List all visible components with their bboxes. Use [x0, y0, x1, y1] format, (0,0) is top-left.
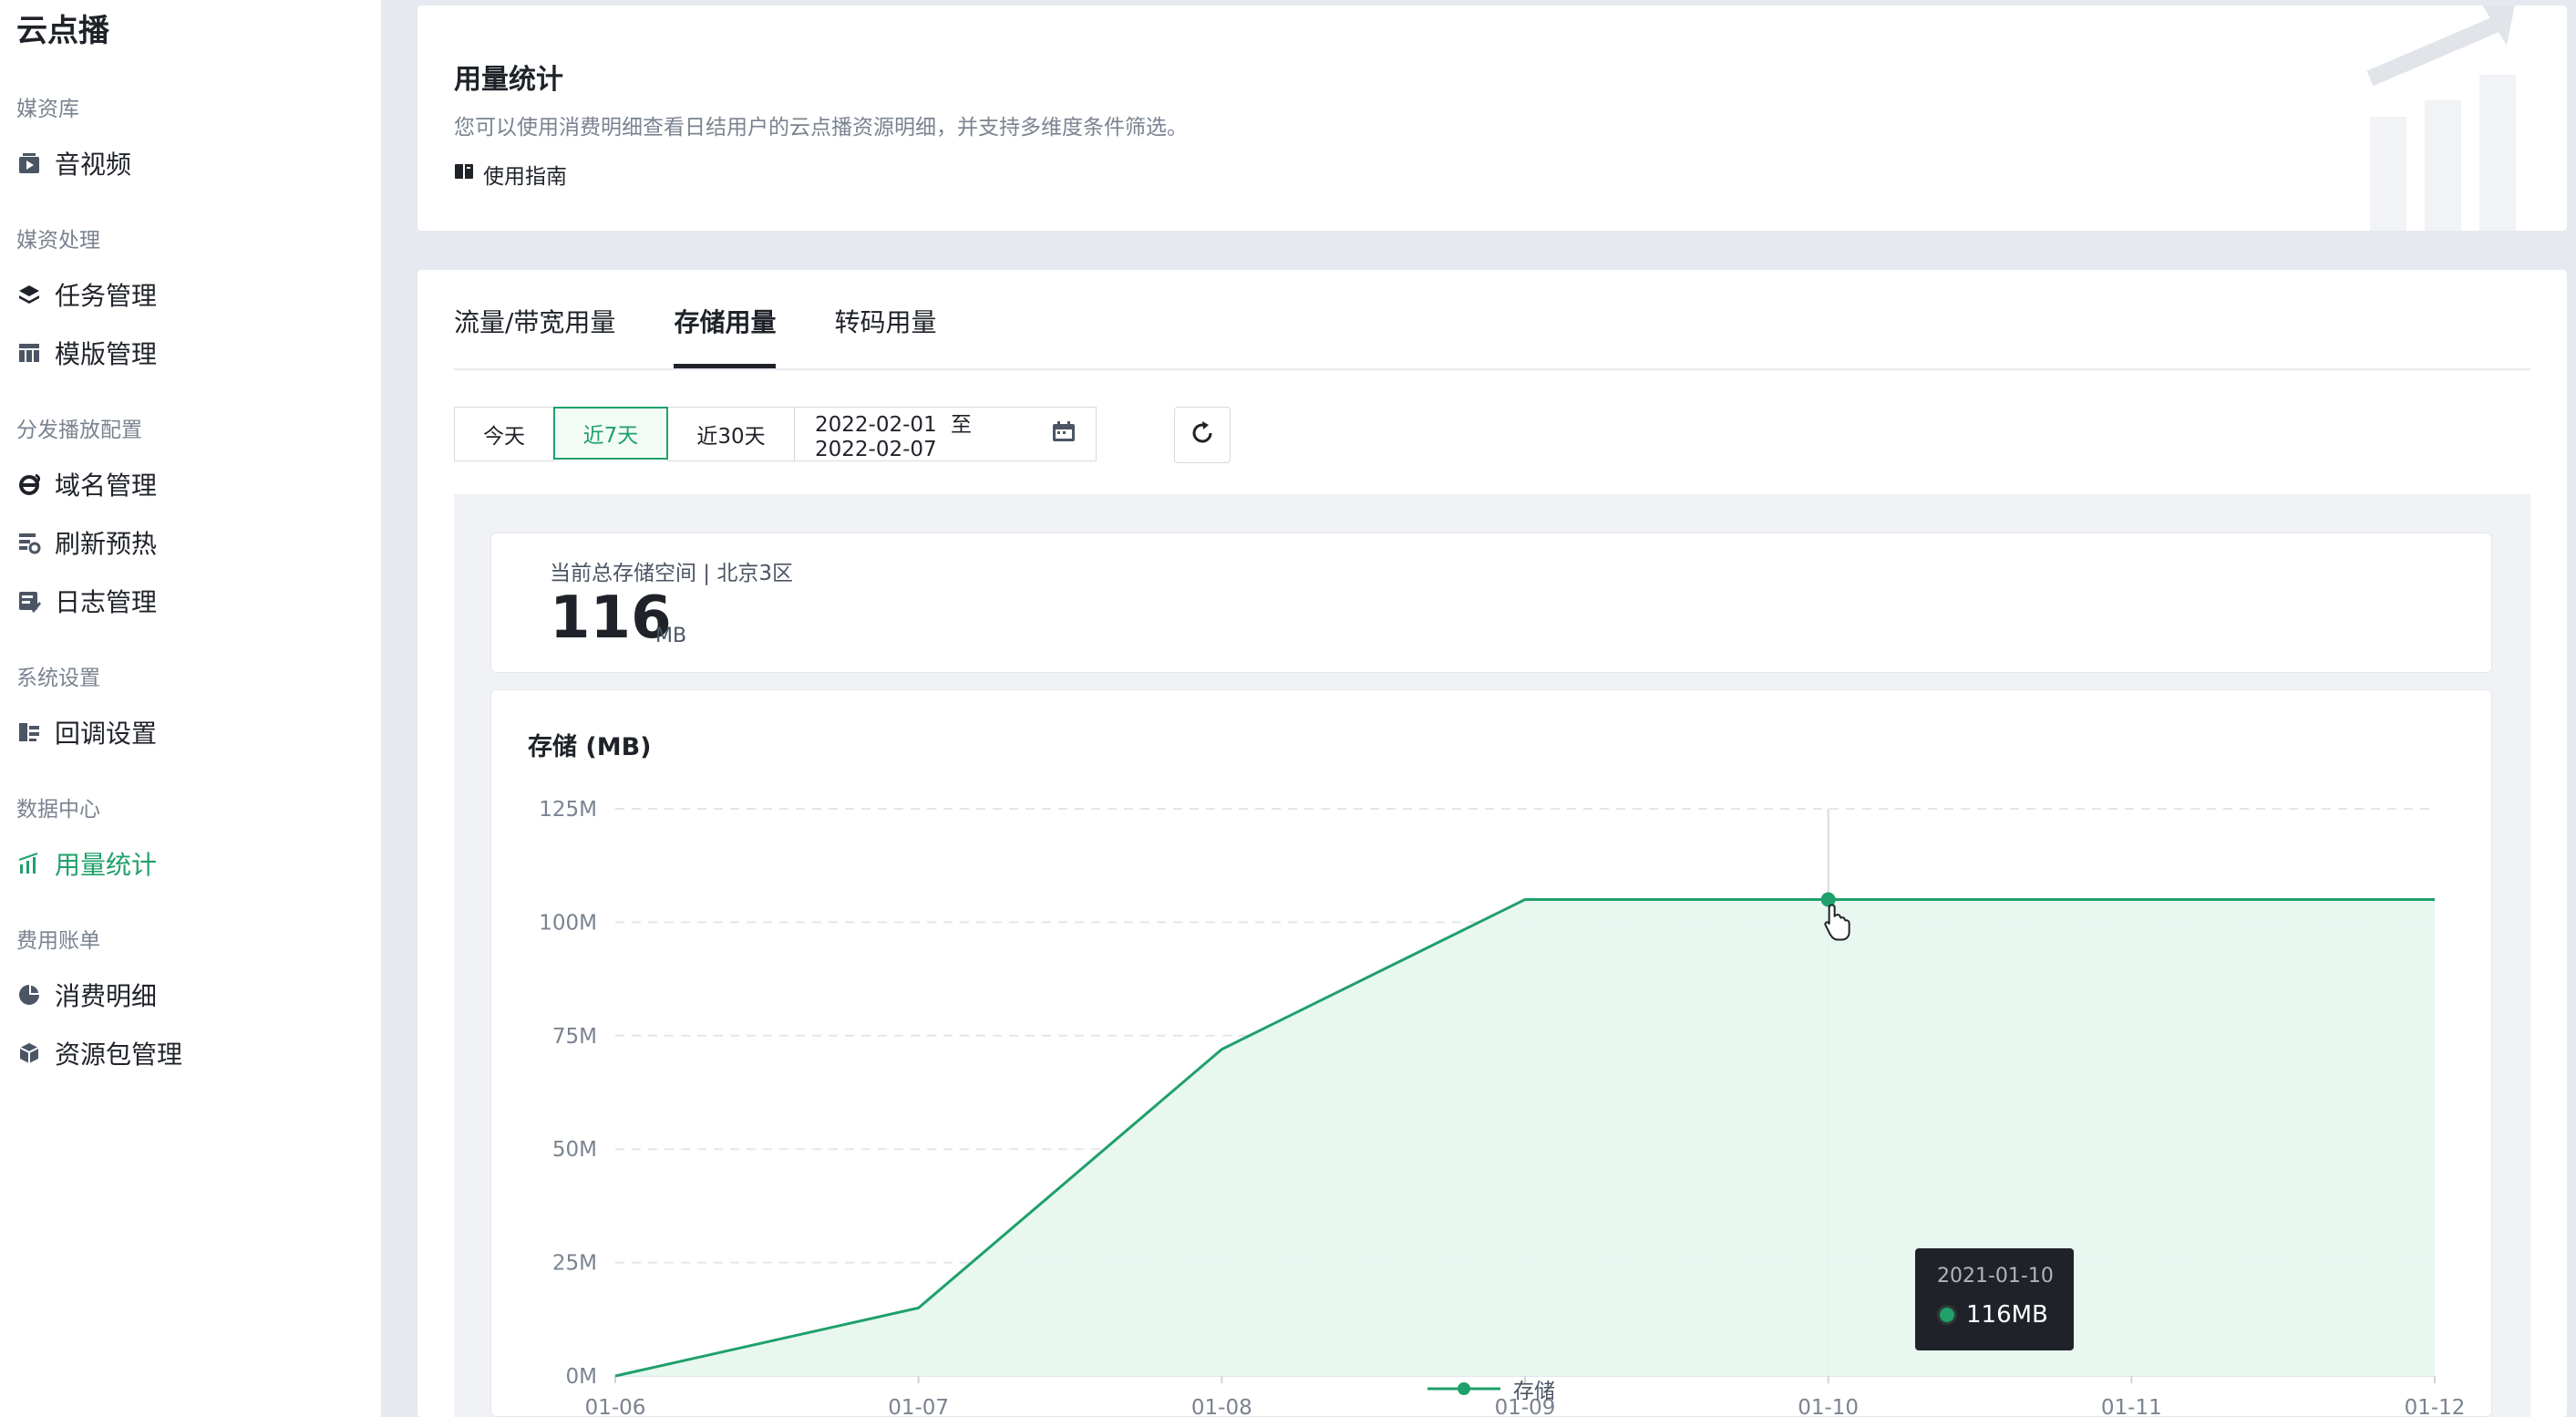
tooltip-value-row: 116MB: [1937, 1301, 2048, 1329]
refresh-icon: [1189, 419, 1216, 450]
sidebar-item-label: 消费明细: [55, 981, 158, 1011]
date-range-selector: 今天 近7天 近30天 2022-02-01 至 2022-02-07: [454, 407, 1097, 463]
group-title-data-center: 数据中心: [16, 798, 100, 822]
sidebar-item-log-management[interactable]: 日志管理: [16, 580, 157, 622]
storage-area-chart[interactable]: 0M25M50M75M100M125M01-06 01-07 01-08 01-09 0…: [491, 690, 2492, 1417]
sidebar: 云点播 媒资库 音视频 媒资处理 任务管理 模版管理 分发播放配置 域名管理 刷…: [0, 0, 381, 1417]
sidebar-item-label: 回调设置: [55, 719, 158, 749]
range-30days-button[interactable]: 近30天: [667, 407, 795, 461]
group-title-media-processing: 媒资处理: [16, 229, 100, 253]
tooltip-value: 116MB: [1966, 1301, 2048, 1329]
storage-summary-label: 当前总存储空间 | 北京3区: [550, 562, 794, 585]
package-icon: [16, 1040, 42, 1066]
x-tick-label: 01-10: [1798, 1396, 1859, 1417]
x-tick-label: 01-07: [888, 1396, 949, 1417]
sidebar-item-usage-statistics[interactable]: 用量统计: [16, 843, 157, 884]
callback-icon: [16, 719, 42, 745]
page-title: 用量统计: [454, 64, 563, 96]
date-end: 2022-02-07: [815, 438, 937, 461]
usage-main-card: 流量/带宽用量 存储用量 转码用量 今天 近7天 近30天 2022-02-01…: [417, 270, 2567, 1417]
refresh-cache-icon: [16, 530, 42, 555]
table-icon: [16, 340, 42, 366]
series-area: [615, 899, 2435, 1376]
page-header-card: 用量统计 您可以使用消费明细查看日结用户的云点播资源明细，并支持多维度条件筛选。…: [417, 5, 2567, 231]
y-tick-label: 100M: [539, 911, 597, 935]
book-icon: [454, 162, 474, 186]
tooltip-date: 2021-01-10: [1937, 1265, 2054, 1288]
sidebar-item-label: 日志管理: [55, 587, 158, 617]
sidebar-item-label: 任务管理: [55, 281, 158, 311]
x-tick-label: 01-08: [1191, 1396, 1252, 1417]
usage-guide-label: 使用指南: [483, 165, 567, 189]
storage-chart-card: 存储 (MB) 0M 25M 50M 75M 100M 125M 01-06 01-07 01-…: [490, 689, 2492, 1417]
group-title-billing: 费用账单: [16, 929, 100, 953]
log-icon: [16, 588, 42, 614]
group-title-distribution: 分发播放配置: [16, 419, 142, 442]
sidebar-item-template-management[interactable]: 模版管理: [16, 332, 157, 374]
date-start: 2022-02-01: [815, 413, 937, 437]
tab-storage[interactable]: 存储用量: [674, 303, 777, 368]
group-title-media-library: 媒资库: [16, 98, 79, 121]
legend-label: 存储: [1513, 1380, 1555, 1403]
app-title: 云点播: [16, 13, 109, 49]
sidebar-item-label: 音视频: [55, 150, 132, 180]
bar-chart-icon: [16, 851, 42, 876]
y-tick-label: 25M: [552, 1252, 597, 1276]
refresh-button[interactable]: [1174, 407, 1231, 463]
sidebar-item-label: 用量统计: [55, 850, 158, 880]
sidebar-item-audio-video[interactable]: 音视频: [16, 142, 131, 184]
usage-guide-link[interactable]: 使用指南: [454, 159, 567, 190]
x-tick-label: 01-11: [2101, 1396, 2162, 1417]
storage-summary-value: 116: [550, 584, 672, 652]
y-tick-label: 50M: [552, 1138, 597, 1162]
sidebar-item-domain-management[interactable]: 域名管理: [16, 463, 157, 505]
tab-traffic-bandwidth[interactable]: 流量/带宽用量: [454, 303, 615, 367]
sidebar-item-label: 模版管理: [55, 339, 158, 369]
date-separator: 至: [950, 413, 972, 437]
sidebar-item-consumption-details[interactable]: 消费明细: [16, 974, 157, 1016]
range-7days-button[interactable]: 近7天: [553, 407, 668, 460]
video-library-icon: [16, 150, 42, 176]
sidebar-item-refresh-preheat[interactable]: 刷新预热: [16, 522, 157, 564]
calendar-icon: [1052, 420, 1076, 448]
x-tick-label: 01-12: [2405, 1396, 2466, 1417]
y-tick-label: 0M: [566, 1365, 597, 1389]
date-range-text: 2022-02-01 至 2022-02-07: [815, 407, 1039, 461]
sidebar-item-callback-settings[interactable]: 回调设置: [16, 711, 157, 753]
sidebar-item-label: 资源包管理: [55, 1039, 183, 1070]
storage-summary-card: 当前总存储空间 | 北京3区 116 MB: [490, 533, 2492, 673]
growth-chart-illustration: [2366, 5, 2516, 231]
group-title-system-settings: 系统设置: [16, 667, 100, 690]
x-tick-label: 01-06: [585, 1396, 646, 1417]
layers-icon: [16, 282, 42, 307]
sidebar-item-task-management[interactable]: 任务管理: [16, 274, 157, 315]
sidebar-item-label: 域名管理: [55, 471, 158, 501]
sidebar-item-package-management[interactable]: 资源包管理: [16, 1032, 182, 1074]
sidebar-item-label: 刷新预热: [55, 529, 158, 559]
chart-legend[interactable]: 存储: [1427, 1373, 1555, 1404]
y-tick-label: 125M: [539, 798, 597, 822]
chart-tooltip: 2021-01-10 116MB: [1915, 1248, 2074, 1350]
y-tick-label: 75M: [552, 1025, 597, 1049]
storage-summary-unit: MB: [655, 625, 687, 647]
range-today-button[interactable]: 今天: [454, 407, 554, 461]
tooltip-series-dot: [1937, 1305, 1957, 1325]
usage-tabs: 流量/带宽用量 存储用量 转码用量: [454, 303, 936, 368]
date-range-picker[interactable]: 2022-02-01 至 2022-02-07: [794, 407, 1097, 461]
page-description: 您可以使用消费明细查看日结用户的云点播资源明细，并支持多维度条件筛选。: [454, 116, 1188, 140]
tab-transcoding[interactable]: 转码用量: [834, 303, 936, 367]
legend-swatch: [1427, 1382, 1500, 1395]
tab-divider: [454, 368, 2530, 370]
pie-chart-icon: [16, 982, 42, 1008]
domain-icon: [16, 471, 42, 497]
